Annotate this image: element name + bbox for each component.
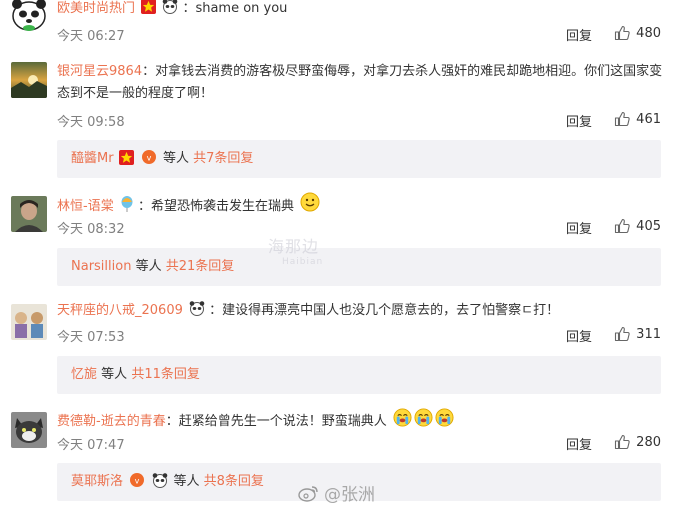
comment-username[interactable]: 费德勒-逝去的青春: [57, 414, 166, 429]
like-count: 280: [636, 434, 661, 450]
like-button[interactable]: 405: [614, 218, 661, 234]
sub-reply-suffix: 等人: [162, 151, 189, 166]
reply-button[interactable]: 回复: [566, 218, 592, 237]
crying-emoji-icon: [435, 408, 454, 427]
avatar[interactable]: [11, 62, 47, 98]
like-count: 405: [636, 218, 661, 234]
sub-reply-summary[interactable]: Narsillion 等人 共21条回复: [57, 248, 661, 286]
vip-badge-icon: v: [141, 150, 156, 164]
comment-time: 今天 06:27: [57, 29, 125, 44]
thumbs-up-icon: [615, 326, 630, 342]
sub-reply-username[interactable]: 忆旎: [71, 367, 97, 382]
comment-body: ：希望恐怖袭击发生在瑞典: [137, 199, 294, 214]
comment-body: ：shame on you: [182, 1, 288, 16]
panda-badge-icon: [189, 301, 205, 316]
sub-reply-username[interactable]: 莫耶斯洛: [71, 474, 123, 489]
thumbs-up-icon: [615, 111, 630, 127]
smile-emoji-icon: [300, 192, 320, 212]
svg-text:v: v: [146, 154, 151, 163]
center-watermark: 海那边 Haibian: [268, 233, 323, 267]
thumbs-up-icon: [615, 25, 630, 41]
like-count: 311: [636, 326, 661, 342]
star-badge-icon: [141, 0, 157, 14]
like-button[interactable]: 280: [614, 434, 661, 450]
center-watermark-text: 海那边: [268, 237, 320, 256]
crying-emoji-icon: [414, 408, 433, 427]
view-more-replies-link[interactable]: 共11条回复: [131, 367, 200, 382]
cartoon-characters-avatar-icon: [11, 304, 47, 340]
reply-button[interactable]: 回复: [566, 25, 592, 44]
panda-face-avatar-icon: [12, 0, 46, 31]
svg-text:v: v: [135, 477, 140, 486]
comment-username[interactable]: 欧美时尚热门: [57, 1, 135, 16]
avatar[interactable]: [11, 196, 47, 232]
like-button[interactable]: 461: [614, 111, 661, 127]
comment-text: 银河星云9864：对拿钱去消费的游客极尽野蛮侮辱，对拿刀去杀人强奸的难民却跪地相…: [57, 61, 663, 105]
weibo-watermark-text: @张洲: [324, 485, 375, 505]
comment-username[interactable]: 天秤座的八戒_20609: [57, 303, 183, 318]
center-watermark-subtext: Haibian: [282, 257, 324, 267]
like-count: 461: [636, 111, 661, 127]
comment-body: ：赶紧给曾先生一个说法！野蛮瑞典人: [165, 414, 387, 429]
reply-button[interactable]: 回复: [566, 111, 592, 130]
star-badge-icon: [118, 150, 134, 165]
avatar[interactable]: [11, 412, 47, 448]
panda-badge-icon: [162, 0, 178, 14]
reply-button[interactable]: 回复: [566, 434, 592, 453]
weibo-logo-icon: [298, 485, 318, 502]
balloon-badge-icon: [121, 196, 133, 212]
comment-username[interactable]: 银河星云9864: [57, 64, 142, 79]
avatar[interactable]: [11, 0, 47, 32]
comment-time: 今天 07:47: [57, 438, 125, 453]
comment-body: ：对拿钱去消费的游客极尽野蛮侮辱，对拿刀去杀人强奸的难民却跪地相迎。你们这国家变…: [57, 64, 663, 101]
reply-button[interactable]: 回复: [566, 326, 592, 345]
like-button[interactable]: 311: [614, 326, 661, 342]
sub-reply-summary[interactable]: 醯醬Mr v 等人 共7条回复: [57, 140, 661, 178]
vip-badge-icon: v: [130, 473, 145, 487]
sub-reply-suffix: 等人: [135, 259, 162, 274]
sub-reply-suffix: 等人: [101, 367, 128, 382]
thumbs-up-icon: [615, 218, 630, 234]
sub-reply-summary[interactable]: 忆旎 等人 共11条回复: [57, 356, 661, 394]
view-more-replies-link[interactable]: 共7条回复: [193, 151, 253, 166]
comment-body: ：建设得再漂亮中国人也没几个愿意去的，去了怕警察ㄷ打！: [209, 303, 560, 318]
comment-time: 今天 09:58: [57, 115, 125, 130]
comment-text: 林恒-语棠 ：希望恐怖袭击发生在瑞典: [57, 192, 663, 218]
weibo-watermark: @张洲: [298, 480, 375, 505]
view-more-replies-link[interactable]: 共21条回复: [166, 259, 235, 274]
sunset-landscape-avatar-icon: [11, 62, 47, 98]
comment-username[interactable]: 林恒-语棠: [57, 199, 114, 214]
like-count: 480: [636, 25, 661, 41]
sub-reply-username[interactable]: 醯醬Mr: [71, 151, 114, 166]
panda-badge-icon: [152, 473, 168, 488]
like-button[interactable]: 480: [614, 25, 661, 41]
cat-avatar-icon: [11, 412, 47, 448]
view-more-replies-link[interactable]: 共8条回复: [204, 474, 264, 489]
comment-time: 今天 07:53: [57, 330, 125, 345]
avatar[interactable]: [11, 304, 47, 340]
comment-text: 天秤座的八戒_20609 ：建设得再漂亮中国人也没几个愿意去的，去了怕警察ㄷ打！: [57, 300, 663, 322]
comment-text: 费德勒-逝去的青春：赶紧给曾先生一个说法！野蛮瑞典人: [57, 408, 663, 433]
sub-reply-username[interactable]: Narsillion: [71, 259, 131, 274]
comment-text: 欧美时尚热门 ：shame on you: [57, 0, 663, 20]
comment-time: 今天 08:32: [57, 222, 125, 237]
person-portrait-avatar-icon: [11, 196, 47, 232]
sub-reply-suffix: 等人: [173, 474, 200, 489]
crying-emoji-icon: [393, 408, 412, 427]
thumbs-up-icon: [615, 434, 630, 450]
